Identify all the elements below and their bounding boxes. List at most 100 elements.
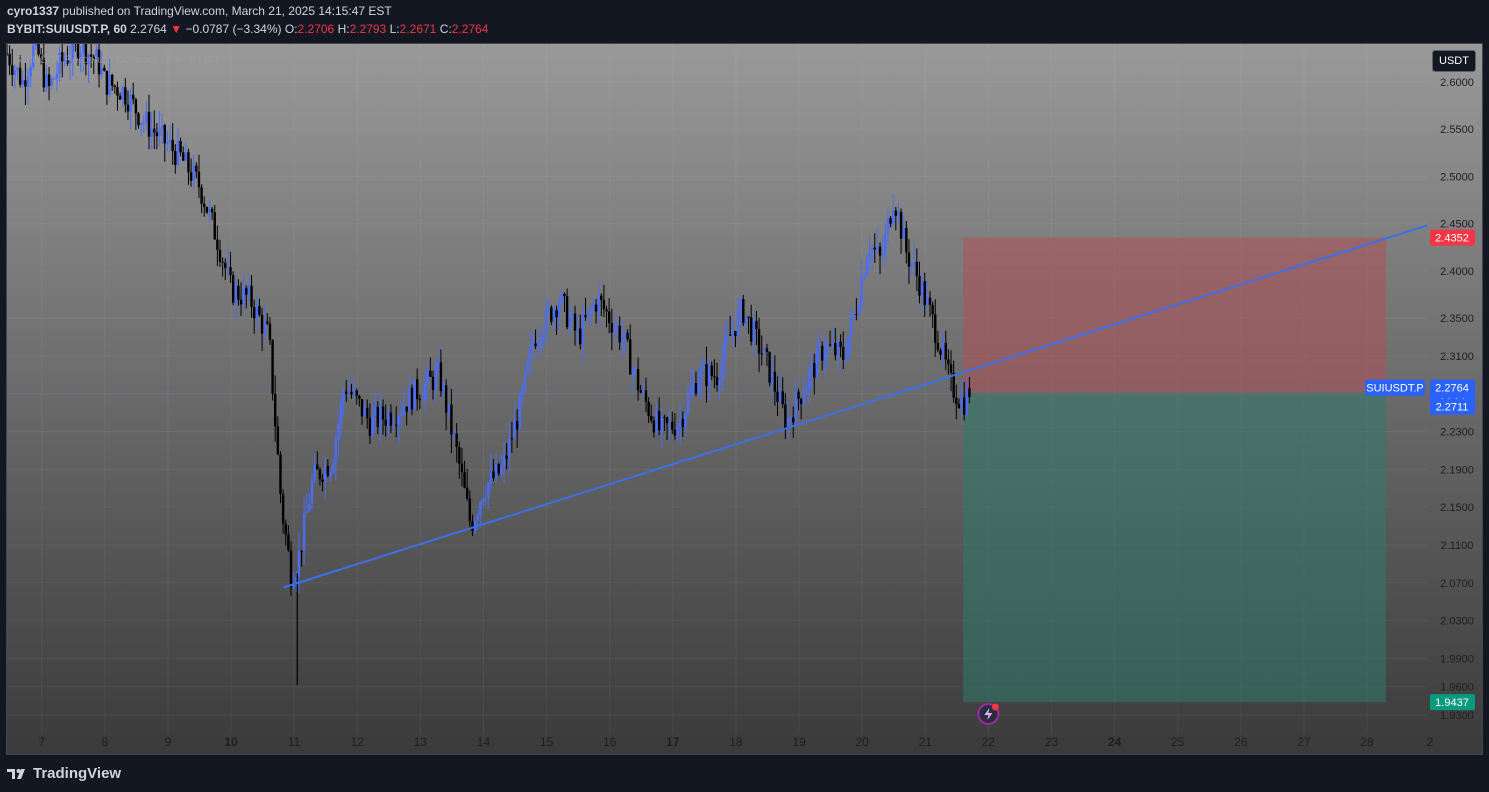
candle-body <box>865 259 869 276</box>
candle-body <box>689 389 692 396</box>
candle-body <box>394 424 398 426</box>
candle-body <box>213 212 216 240</box>
candle-body <box>613 327 616 333</box>
candle-body <box>752 321 756 342</box>
candle-body <box>686 395 690 414</box>
candle-body <box>137 113 140 126</box>
x-tick-label: 10 <box>224 735 238 749</box>
candle-body <box>408 387 411 412</box>
candle-body <box>794 391 798 423</box>
candle-body <box>334 440 337 465</box>
candle-body <box>124 87 127 105</box>
candle-body <box>860 277 863 306</box>
candle-body <box>342 391 345 402</box>
candle-body <box>671 421 674 430</box>
candle-body <box>928 297 932 305</box>
y-tick-label: 1.9300 <box>1440 710 1474 722</box>
chart-pane[interactable]: 2.6000 2.5500 2.5000 2.4500 2.4000 2.3500 2.31… <box>6 43 1483 755</box>
candle-body <box>497 464 500 474</box>
candle-body <box>605 309 608 312</box>
candle-body <box>797 391 800 399</box>
candle-body <box>160 125 164 129</box>
candle-body <box>802 394 805 404</box>
price-chart[interactable]: 2.6000 2.5500 2.5000 2.4500 2.4000 2.3500 2.31… <box>7 44 1483 755</box>
close-label: C: <box>439 22 452 36</box>
stop-price-label: 2.4352 <box>1435 233 1469 245</box>
candle-body <box>749 317 753 342</box>
symbol-label[interactable]: BYBIT:SUIUSDT.P, 60 <box>7 22 127 36</box>
candle-body <box>402 406 406 414</box>
candle-body <box>163 125 166 144</box>
y-tick-label: 2.1500 <box>1440 502 1474 514</box>
candle-body <box>907 252 911 267</box>
candle-body <box>479 502 482 516</box>
candle-body <box>876 246 879 250</box>
candle-body <box>681 419 685 427</box>
candle-body <box>218 249 222 262</box>
candle-body <box>878 246 882 256</box>
candle-body <box>339 401 343 424</box>
y-tick-label: 2.0700 <box>1440 578 1474 590</box>
candle-body <box>692 382 695 390</box>
candle-body <box>965 388 969 415</box>
candle-body <box>631 369 635 375</box>
candle-body <box>181 152 185 161</box>
candle-body <box>258 305 261 315</box>
candle-body <box>621 337 624 343</box>
candle-body <box>820 345 824 361</box>
candle-body <box>379 406 382 427</box>
candle-body <box>421 398 424 401</box>
candle-body <box>274 393 277 427</box>
candle-body <box>584 315 587 318</box>
candle-body <box>939 350 942 355</box>
candle-body <box>302 512 306 551</box>
candle-body <box>891 210 895 224</box>
candle-body <box>715 376 719 386</box>
candle-body <box>26 76 30 87</box>
candle-body <box>500 466 503 474</box>
candle-body <box>221 261 224 263</box>
candle-body <box>208 208 211 213</box>
x-tick-label: 7 <box>38 735 45 749</box>
candle-body <box>413 379 416 410</box>
candle-body <box>897 211 900 216</box>
candle-body <box>657 411 661 431</box>
candle-body <box>187 152 190 173</box>
candle-body <box>868 252 871 260</box>
y-tick-label: 2.0300 <box>1440 616 1474 628</box>
candle-body <box>742 299 745 324</box>
candle-body <box>505 455 508 459</box>
candle-body <box>629 339 632 375</box>
candle-body <box>287 534 290 551</box>
candle-body <box>376 406 379 427</box>
candle-body <box>345 391 348 394</box>
candle-body <box>636 369 640 391</box>
candle-body <box>247 285 251 295</box>
candle-body <box>776 391 779 403</box>
candle-body <box>468 498 472 522</box>
candle-body <box>889 218 892 224</box>
candle-body <box>110 74 114 86</box>
author-name[interactable]: cyro1337 <box>7 4 59 18</box>
high-value: 2.2793 <box>349 22 387 36</box>
x-tick-label: 27 <box>1297 735 1311 749</box>
candle-body <box>279 454 282 495</box>
candle-body <box>573 313 577 331</box>
candle-body <box>955 397 958 405</box>
candle-body <box>915 261 919 277</box>
candle-body <box>179 140 182 153</box>
tradingview-logo[interactable]: TradingView <box>7 765 121 782</box>
candle-body <box>226 266 230 269</box>
candle-body <box>707 365 711 387</box>
low-value: 2.2671 <box>399 22 437 36</box>
candle-body <box>53 78 56 80</box>
candle-body <box>321 479 324 482</box>
candle-body <box>452 433 456 435</box>
symbol-watermark: SUIUSDT Perpetual Contract · 1h · BYBIT <box>14 54 221 66</box>
candle-body <box>870 247 874 253</box>
candle-body <box>147 111 151 137</box>
ohlc-legend: BYBIT:SUIUSDT.P, 60 2.2764 ▼ −0.0787 (−3… <box>7 22 488 36</box>
currency-button[interactable]: USDT <box>1432 50 1476 72</box>
candle-body <box>718 380 721 386</box>
y-tick-label: 2.4500 <box>1440 219 1474 231</box>
